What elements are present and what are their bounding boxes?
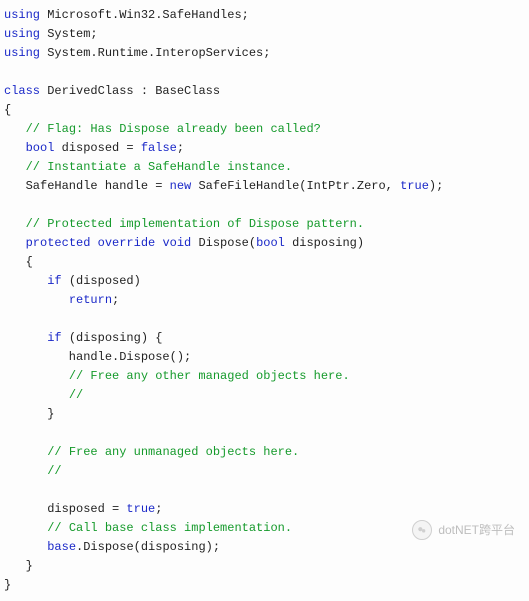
code-block: using Microsoft.Win32.SafeHandles; using… [0,0,529,601]
